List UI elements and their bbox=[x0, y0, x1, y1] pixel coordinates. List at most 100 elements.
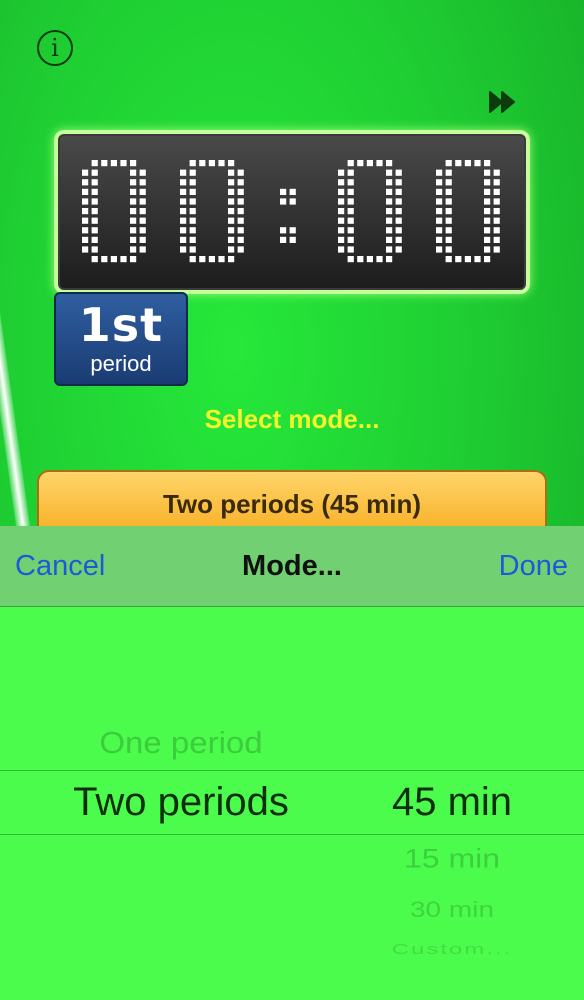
led-dot bbox=[180, 198, 187, 205]
led-dot bbox=[189, 179, 196, 186]
picker-option-one-period[interactable]: One period bbox=[0, 726, 362, 761]
led-dot bbox=[484, 246, 491, 253]
timer-display: 0 0 : 0 0 bbox=[54, 130, 530, 294]
led-dot bbox=[130, 160, 137, 167]
led-dot bbox=[347, 198, 354, 205]
led-dot bbox=[484, 198, 491, 205]
led-dot bbox=[280, 236, 287, 243]
led-dot bbox=[139, 198, 146, 205]
led-dot bbox=[493, 208, 500, 215]
led-dot bbox=[130, 256, 137, 263]
led-dot bbox=[82, 179, 89, 186]
led-dot bbox=[386, 198, 393, 205]
picker-option-15-min[interactable]: 15 min bbox=[320, 843, 584, 874]
fast-forward-button[interactable] bbox=[488, 88, 520, 116]
led-dot bbox=[82, 188, 89, 195]
led-dot bbox=[130, 246, 137, 253]
led-dot bbox=[338, 169, 345, 176]
led-dot bbox=[376, 160, 383, 167]
led-dot bbox=[484, 256, 491, 263]
led-dot bbox=[464, 160, 471, 167]
led-dot bbox=[280, 227, 287, 234]
led-dot bbox=[338, 188, 345, 195]
led-dot bbox=[436, 236, 443, 243]
led-dot bbox=[436, 208, 443, 215]
period-label: period bbox=[90, 351, 152, 376]
led-dot bbox=[228, 246, 235, 253]
led-dot bbox=[484, 227, 491, 234]
led-dot bbox=[130, 208, 137, 215]
led-dot bbox=[338, 217, 345, 224]
led-dot bbox=[180, 188, 187, 195]
led-dot bbox=[347, 246, 354, 253]
led-dot bbox=[139, 217, 146, 224]
led-dot bbox=[347, 179, 354, 186]
led-dot bbox=[189, 256, 196, 263]
led-dot bbox=[91, 198, 98, 205]
led-dot bbox=[366, 256, 373, 263]
picker-option-two-periods[interactable]: Two periods bbox=[0, 780, 362, 825]
led-dot bbox=[101, 256, 108, 263]
led-dot bbox=[464, 256, 471, 263]
selection-indicator-bottom bbox=[0, 834, 584, 835]
led-dot bbox=[338, 179, 345, 186]
led-dot bbox=[237, 169, 244, 176]
led-dot bbox=[120, 256, 127, 263]
done-button[interactable]: Done bbox=[499, 550, 568, 583]
led-dot bbox=[484, 188, 491, 195]
led-dot bbox=[237, 246, 244, 253]
cancel-button[interactable]: Cancel bbox=[15, 550, 105, 583]
led-dot bbox=[189, 169, 196, 176]
led-dot bbox=[366, 160, 373, 167]
led-dot bbox=[347, 188, 354, 195]
led-dot bbox=[445, 169, 452, 176]
led-dot bbox=[82, 208, 89, 215]
led-dot bbox=[228, 179, 235, 186]
led-dot bbox=[386, 169, 393, 176]
led-dot bbox=[82, 169, 89, 176]
led-dot bbox=[493, 198, 500, 205]
picker-option-30-min[interactable]: 30 min bbox=[320, 898, 584, 923]
led-dot bbox=[436, 198, 443, 205]
led-dot bbox=[493, 179, 500, 186]
led-dot bbox=[130, 227, 137, 234]
led-dot bbox=[237, 198, 244, 205]
fast-forward-icon bbox=[489, 91, 515, 113]
led-dot bbox=[189, 217, 196, 224]
led-dot bbox=[347, 227, 354, 234]
led-dot bbox=[347, 208, 354, 215]
led-dot bbox=[338, 227, 345, 234]
led-dot bbox=[436, 246, 443, 253]
led-dot bbox=[237, 208, 244, 215]
led-dot bbox=[228, 160, 235, 167]
led-dot bbox=[189, 188, 196, 195]
led-dot bbox=[91, 188, 98, 195]
led-dot bbox=[110, 160, 117, 167]
led-dot bbox=[445, 236, 452, 243]
led-dot bbox=[395, 179, 402, 186]
led-dot bbox=[386, 217, 393, 224]
led-dot bbox=[338, 236, 345, 243]
led-dot bbox=[237, 236, 244, 243]
led-dot bbox=[395, 208, 402, 215]
select-mode-label: Select mode... bbox=[204, 404, 380, 434]
led-dot bbox=[228, 227, 235, 234]
led-dot bbox=[338, 198, 345, 205]
picker-option-45-min[interactable]: 45 min bbox=[320, 780, 584, 825]
led-dot bbox=[139, 179, 146, 186]
led-dot bbox=[228, 217, 235, 224]
led-dot bbox=[484, 169, 491, 176]
led-dot bbox=[445, 188, 452, 195]
led-dot bbox=[82, 198, 89, 205]
led-dot bbox=[82, 227, 89, 234]
led-dot bbox=[91, 179, 98, 186]
info-button[interactable]: i bbox=[37, 30, 73, 66]
led-dot bbox=[357, 256, 364, 263]
led-dot bbox=[199, 160, 206, 167]
led-dot bbox=[289, 227, 296, 234]
led-dot bbox=[180, 236, 187, 243]
led-dot bbox=[237, 179, 244, 186]
period-badge[interactable]: 1st period bbox=[54, 292, 188, 386]
led-dot bbox=[280, 198, 287, 205]
picker-option-custom[interactable]: Custom... bbox=[320, 942, 584, 959]
